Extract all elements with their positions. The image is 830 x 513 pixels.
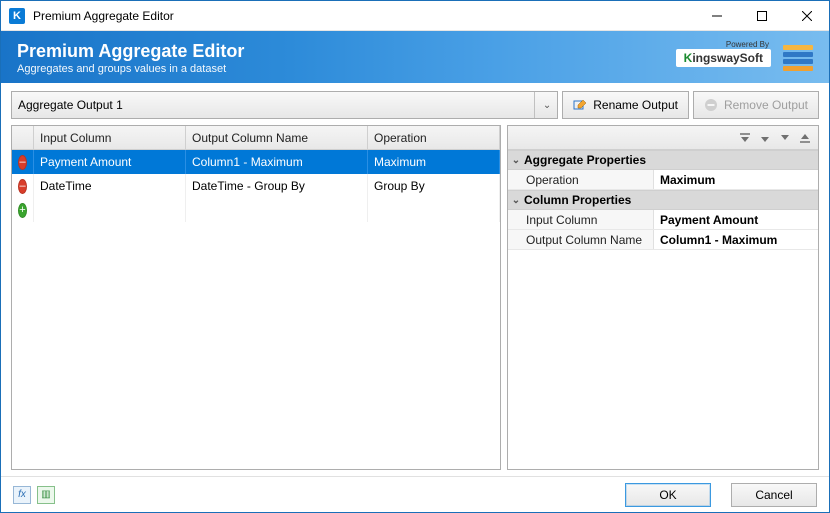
property-grid-toolbar xyxy=(508,126,818,150)
table-row-new[interactable]: + xyxy=(12,198,500,222)
table-row[interactable]: – Payment Amount Column1 - Maximum Maxim… xyxy=(12,150,500,174)
grid-header: Input Column Output Column Name Operatio… xyxy=(12,126,500,150)
fx-icon: fx xyxy=(18,489,26,500)
remove-output-label: Remove Output xyxy=(724,98,808,112)
component-icon xyxy=(783,45,813,71)
grid-header-output[interactable]: Output Column Name xyxy=(186,126,368,149)
cell-operation[interactable]: Maximum xyxy=(368,150,500,174)
banner-subtitle: Aggregates and groups values in a datase… xyxy=(17,63,244,75)
minus-icon: – xyxy=(18,179,27,194)
add-row-button[interactable]: + xyxy=(12,198,34,222)
powered-by-label: Powered By xyxy=(726,40,769,49)
property-grid-body: ⌄ Aggregate Properties Operation Maximum… xyxy=(508,150,818,250)
move-bottom-button[interactable] xyxy=(796,130,814,146)
property-val-operation[interactable]: Maximum xyxy=(654,170,818,189)
cell-input-column[interactable]: Payment Amount xyxy=(34,150,186,174)
titlebar: K Premium Aggregate Editor xyxy=(1,1,829,31)
category-column[interactable]: ⌄ Column Properties xyxy=(508,190,818,210)
chevron-down-icon: ⌄ xyxy=(534,92,551,118)
toolbar: Aggregate Output 1 ⌄ Rename Output Remov… xyxy=(11,91,819,119)
property-row[interactable]: Output Column Name Column1 - Maximum xyxy=(508,230,818,250)
chevron-down-icon: ⌄ xyxy=(508,195,524,206)
remove-output-button[interactable]: Remove Output xyxy=(693,91,819,119)
rename-output-label: Rename Output xyxy=(593,98,678,112)
minimize-button[interactable] xyxy=(694,1,739,31)
plus-icon: + xyxy=(18,203,27,218)
main-panes: Input Column Output Column Name Operatio… xyxy=(11,125,819,470)
output-dropdown[interactable]: Aggregate Output 1 ⌄ xyxy=(11,91,558,119)
property-val-input-column[interactable]: Payment Amount xyxy=(654,210,818,229)
property-row[interactable]: Input Column Payment Amount xyxy=(508,210,818,230)
property-key-output-column: Output Column Name xyxy=(508,230,654,249)
remove-icon xyxy=(704,98,718,112)
move-up-button[interactable] xyxy=(756,130,774,146)
grid-header-input[interactable]: Input Column xyxy=(34,126,186,149)
rename-icon xyxy=(573,98,587,112)
move-top-button[interactable] xyxy=(736,130,754,146)
property-row[interactable]: Operation Maximum xyxy=(508,170,818,190)
doc-icon: ▥ xyxy=(41,489,50,500)
table-row[interactable]: – DateTime DateTime - Group By Group By xyxy=(12,174,500,198)
maximize-button[interactable] xyxy=(739,1,784,31)
expression-button[interactable]: fx xyxy=(13,486,31,504)
property-key-operation: Operation xyxy=(508,170,654,189)
chevron-down-icon: ⌄ xyxy=(508,155,524,166)
banner: Premium Aggregate Editor Aggregates and … xyxy=(1,31,829,83)
brand-logo: Powered By KingswaySoft xyxy=(676,49,771,67)
app-icon: K xyxy=(9,8,25,24)
cell-input-column[interactable]: DateTime xyxy=(34,174,186,198)
window-title: Premium Aggregate Editor xyxy=(33,9,694,23)
close-icon xyxy=(802,11,812,21)
columns-grid: Input Column Output Column Name Operatio… xyxy=(11,125,501,470)
grid-body: – Payment Amount Column1 - Maximum Maxim… xyxy=(12,150,500,469)
cell-output-column[interactable]: Column1 - Maximum xyxy=(186,150,368,174)
grid-header-rowselector xyxy=(12,126,34,149)
property-val-output-column[interactable]: Column1 - Maximum xyxy=(654,230,818,249)
ok-button[interactable]: OK xyxy=(625,483,711,507)
footer: fx ▥ OK Cancel xyxy=(1,476,829,512)
move-down-button[interactable] xyxy=(776,130,794,146)
property-key-input-column: Input Column xyxy=(508,210,654,229)
delete-row-button[interactable]: – xyxy=(12,174,34,198)
minus-icon: – xyxy=(18,155,27,170)
output-dropdown-value: Aggregate Output 1 xyxy=(18,98,123,112)
maximize-icon xyxy=(757,11,767,21)
minimize-icon xyxy=(712,11,722,21)
grid-header-operation[interactable]: Operation xyxy=(368,126,500,149)
banner-title: Premium Aggregate Editor xyxy=(17,41,244,61)
property-grid: ⌄ Aggregate Properties Operation Maximum… xyxy=(507,125,819,470)
close-button[interactable] xyxy=(784,1,829,31)
window: K Premium Aggregate Editor Premium Aggre… xyxy=(0,0,830,513)
rename-output-button[interactable]: Rename Output xyxy=(562,91,689,119)
cancel-button[interactable]: Cancel xyxy=(731,483,817,507)
documentation-button[interactable]: ▥ xyxy=(37,486,55,504)
category-aggregate[interactable]: ⌄ Aggregate Properties xyxy=(508,150,818,170)
cell-output-column[interactable]: DateTime - Group By xyxy=(186,174,368,198)
cell-operation[interactable]: Group By xyxy=(368,174,500,198)
delete-row-button[interactable]: – xyxy=(12,150,34,174)
